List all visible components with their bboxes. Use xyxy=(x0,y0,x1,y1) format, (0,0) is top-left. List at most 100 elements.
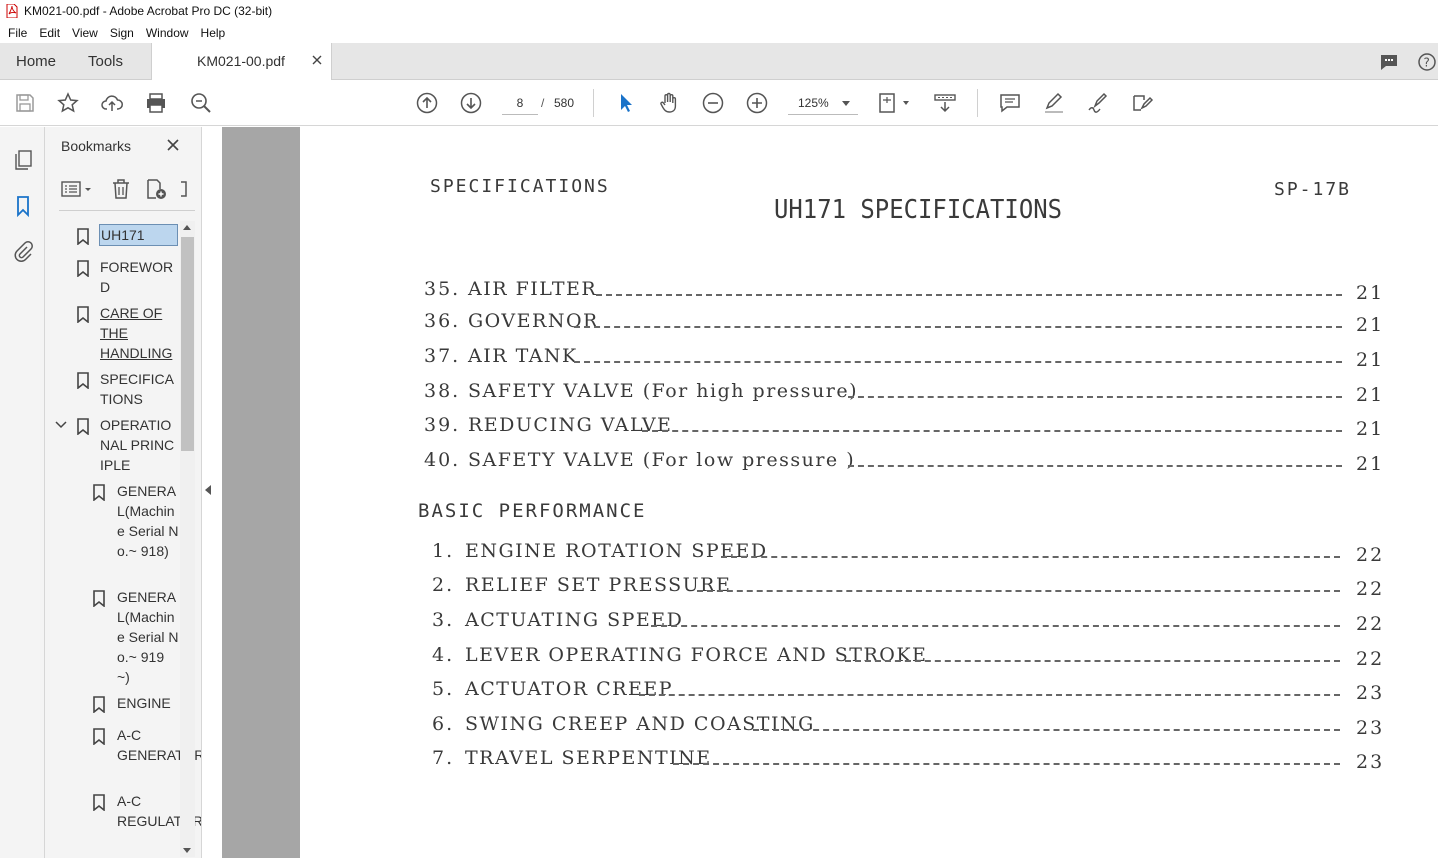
fill-and-sign-icon[interactable] xyxy=(1130,91,1154,115)
toc-number: 7. xyxy=(432,747,455,769)
bookmark-label: GENERAL(Machine Serial No.~ 918) xyxy=(117,483,179,559)
comment-icon[interactable] xyxy=(1378,51,1400,73)
toc-number: 5. xyxy=(432,678,455,700)
toc-page-number: 22 xyxy=(1356,544,1385,566)
upload-cloud-icon[interactable] xyxy=(100,91,124,115)
menu-help[interactable]: Help xyxy=(195,26,232,40)
zoom-level-dropdown[interactable]: 125% xyxy=(788,91,858,115)
chevron-down-icon[interactable] xyxy=(55,420,67,430)
menu-bar: File Edit View Sign Window Help xyxy=(0,22,1438,43)
toc-number: 39. xyxy=(424,414,461,436)
toc-number: 3. xyxy=(432,609,455,631)
attachments-paperclip-icon[interactable] xyxy=(11,240,35,264)
toc-label: SWING CREEP AND COASTING xyxy=(465,713,815,735)
bookmark-icon xyxy=(93,728,105,745)
previous-page-icon[interactable] xyxy=(415,91,439,115)
tab-document[interactable]: KM021-00.pdf xyxy=(151,43,332,80)
add-comment-icon[interactable] xyxy=(998,91,1022,115)
bookmark-icon xyxy=(93,696,105,713)
bookmark-label: CARE OF THE HANDLING xyxy=(100,305,173,361)
document-view[interactable]: SPECIFICATIONS SP-17B UH171 SPECIFICATIO… xyxy=(202,127,1438,858)
toc-row: 5. ACTUATOR CREEP 23 xyxy=(300,678,1430,706)
page-header-left: SPECIFICATIONS xyxy=(430,176,610,197)
select-cursor-icon[interactable] xyxy=(614,91,638,115)
toc-row: 4. LEVER OPERATING FORCE AND STROKE 22 xyxy=(300,644,1430,672)
toc-row: 38. SAFETY VALVE (For high pressure) 21 xyxy=(300,380,1430,408)
scroll-up-arrow[interactable] xyxy=(183,225,191,230)
collapse-panel-arrow-icon[interactable] xyxy=(205,485,211,495)
acrobat-file-icon xyxy=(6,4,18,18)
save-icon[interactable] xyxy=(13,91,37,115)
toc-page-number: 22 xyxy=(1356,578,1385,600)
page-fit-icon[interactable] xyxy=(877,91,913,115)
zoom-search-icon[interactable] xyxy=(189,91,213,115)
toc-row: 7. TRAVEL SERPENTINE 23 xyxy=(300,747,1430,775)
toc-page-number: 21 xyxy=(1356,282,1385,304)
toc-row: 39. REDUCING VALVE 21 xyxy=(300,414,1430,442)
close-panel-icon[interactable] xyxy=(166,138,180,152)
toc-label: ACTUATOR CREEP xyxy=(465,678,674,700)
page-thumbnails-icon[interactable] xyxy=(11,148,35,172)
page-number-input[interactable]: 8 xyxy=(502,91,538,115)
zoom-level-value: 125% xyxy=(798,96,829,110)
toc-leader-dots xyxy=(845,660,1340,662)
bookmark-label: OPERATIONAL PRINCIPLE xyxy=(100,417,175,473)
close-tab-icon[interactable] xyxy=(311,54,323,66)
page-gutter xyxy=(222,127,300,858)
bookmarks-divider xyxy=(59,210,195,211)
svg-text:?: ? xyxy=(1424,55,1430,69)
print-icon[interactable] xyxy=(144,91,168,115)
toc-number: 36. xyxy=(424,310,461,332)
section-heading: BASIC PERFORMANCE xyxy=(418,500,647,522)
scrollbar-thumb[interactable] xyxy=(181,237,194,451)
menu-edit[interactable]: Edit xyxy=(33,26,66,40)
toc-leader-dots xyxy=(721,556,1340,558)
menu-sign[interactable]: Sign xyxy=(104,26,140,40)
toc-page-number: 21 xyxy=(1356,384,1385,406)
delete-trash-icon[interactable] xyxy=(109,177,133,201)
tab-tools[interactable]: Tools xyxy=(88,43,123,80)
scroll-mode-icon[interactable] xyxy=(933,91,957,115)
bookmarks-scrollbar[interactable] xyxy=(180,221,195,857)
menu-window[interactable]: Window xyxy=(140,26,195,40)
menu-view[interactable]: View xyxy=(66,26,104,40)
toc-row: 3. ACTUATING SPEED 22 xyxy=(300,609,1430,637)
toc-label: TRAVEL SERPENTINE xyxy=(465,747,712,769)
tab-home[interactable]: Home xyxy=(16,43,56,80)
pdf-page: SPECIFICATIONS SP-17B UH171 SPECIFICATIO… xyxy=(300,127,1438,858)
bookmarks-panel-icon[interactable] xyxy=(11,194,35,218)
zoom-in-icon[interactable] xyxy=(745,91,769,115)
scroll-down-arrow[interactable] xyxy=(183,848,191,853)
bookmark-icon xyxy=(77,418,89,435)
zoom-out-icon[interactable] xyxy=(701,91,725,115)
toc-number: 6. xyxy=(432,713,455,735)
bookmark-label: SPECIFICATIONS xyxy=(100,371,174,407)
toc-number: 1. xyxy=(432,540,455,562)
toc-label: GOVERNOR xyxy=(468,310,599,332)
highlight-pen-icon[interactable] xyxy=(1042,91,1066,115)
tabbar-right-tools: ? xyxy=(1378,43,1438,80)
toc-label: SAFETY VALVE (For low pressure ) xyxy=(468,449,856,471)
toc-page-number: 23 xyxy=(1356,751,1385,773)
bookmark-star-icon[interactable] xyxy=(56,91,80,115)
toc-label: ENGINE ROTATION SPEED xyxy=(465,540,768,562)
bookmarks-toolbar xyxy=(60,177,200,203)
toc-label: REDUCING VALVE xyxy=(468,414,673,436)
hand-tool-icon[interactable] xyxy=(657,91,681,115)
toc-label: ACTUATING SPEED xyxy=(465,609,684,631)
toolbar-divider xyxy=(977,89,978,117)
more-tools-icon[interactable] xyxy=(178,177,188,201)
next-page-icon[interactable] xyxy=(459,91,483,115)
help-icon[interactable]: ? xyxy=(1416,51,1438,73)
bookmark-label: ENGINE xyxy=(117,695,171,711)
page-total: 580 xyxy=(554,96,575,110)
draw-sign-icon[interactable] xyxy=(1086,91,1110,115)
document-tab-label: KM021-00.pdf xyxy=(197,53,285,69)
toc-number: 2. xyxy=(432,574,455,596)
bookmark-icon xyxy=(93,590,105,607)
bookmark-options-icon[interactable] xyxy=(60,177,96,201)
toc-leader-dots xyxy=(574,326,1342,328)
new-bookmark-icon[interactable] xyxy=(144,177,168,201)
toc-page-number: 22 xyxy=(1356,613,1385,635)
menu-file[interactable]: File xyxy=(2,26,33,40)
